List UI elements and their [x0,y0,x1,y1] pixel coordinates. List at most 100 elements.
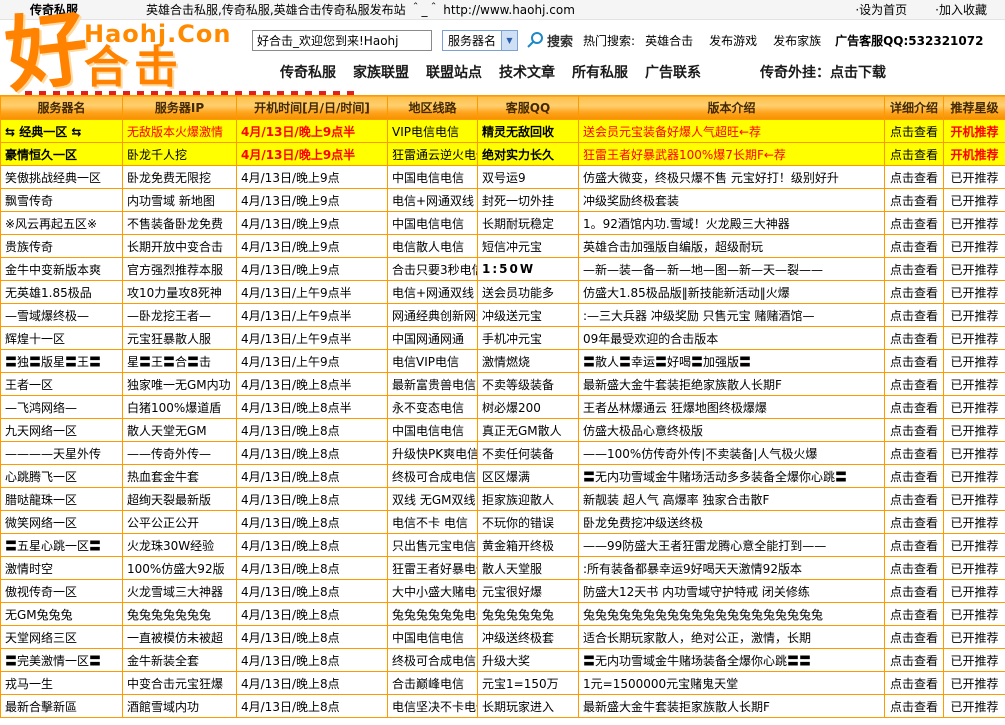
server-name-link[interactable]: 贵族传奇 [1,235,123,258]
detail-link[interactable]: 点击查看 [885,166,944,189]
detail-link[interactable]: 点击查看 [885,327,944,350]
version-desc-link[interactable]: 英雄合击加强版自编版，超级耐玩 [579,235,885,258]
detail-link[interactable]: 点击查看 [885,396,944,419]
nav-link-3[interactable]: 技术文章 [499,62,555,82]
server-name-link[interactable]: 腊哒龍珠一区 [1,488,123,511]
server-name-link[interactable]: 笑傲挑战经典一区 [1,166,123,189]
server-name-link[interactable]: 〓五星心跳一区〓 [1,534,123,557]
version-desc-link[interactable]: 兔兔兔兔兔兔兔兔兔兔兔兔兔兔兔兔兔兔兔兔 [579,603,885,626]
server-name-link[interactable]: 微笑网络一区 [1,511,123,534]
site-header: 好 Haohj.Con 合击 服务器名 ▼ 搜索 热门搜索: 英雄合击发布游戏发… [0,20,1005,88]
plugin-download-link[interactable]: 传奇外挂：点击下载 [760,62,886,82]
version-desc-link[interactable]: 冲级奖励终极套装 [579,189,885,212]
server-name-link[interactable]: ※风云再起五区※ [1,212,123,235]
version-desc-link[interactable]: 新靓装 超人气 高爆率 独家合击散F [579,488,885,511]
version-desc-link[interactable]: 09年最受欢迎的合击版本 [579,327,885,350]
qq-info: 真正无GM散人 [478,419,579,442]
add-favorite-link[interactable]: ·加入收藏 [935,0,987,20]
nav-link-0[interactable]: 传奇私服 [280,62,336,82]
hot-search-link-2[interactable]: 发布家族 [773,32,821,49]
version-desc-link[interactable]: :所有装备都暴幸运9好喝天天激情92版本 [579,557,885,580]
detail-link[interactable]: 点击查看 [885,649,944,672]
nav-link-1[interactable]: 家族联盟 [353,62,409,82]
server-name-link[interactable]: 〓独〓版星〓王〓 [1,350,123,373]
search-input[interactable] [252,30,432,51]
detail-link[interactable]: 点击查看 [885,695,944,718]
server-name-link[interactable]: 天堂网络三区 [1,626,123,649]
detail-link[interactable]: 点击查看 [885,304,944,327]
detail-link[interactable]: 点击查看 [885,350,944,373]
server-name-link[interactable]: 豪情恒久一区 [1,143,123,166]
version-desc-link[interactable]: ——100%仿传奇外传|不卖装备|人气极火爆 [579,442,885,465]
version-desc-link[interactable]: —新—装—备—新—地—图—新—天—裂—— [579,258,885,281]
version-desc-link[interactable]: 仿盛大1.85极品版‖新技能新活动‖火爆 [579,281,885,304]
search-type-select[interactable]: 服务器名 ▼ [442,30,518,51]
version-desc-link[interactable]: ——99防盛大王者狂雷龙腾心意全能打到—— [579,534,885,557]
nav-link-5[interactable]: 广告联系 [645,62,701,82]
server-name-link[interactable]: 最新合擊新區 [1,695,123,718]
version-desc-link[interactable]: 狂雷王者好暴武器100%爆7长期F←荐 [579,143,885,166]
server-name-link[interactable]: —飞鸿网络— [1,396,123,419]
version-desc-link[interactable]: 最新盛大金牛套装拒家族散人长期F [579,695,885,718]
version-desc-link[interactable]: 仿盛大极品心意终极版 [579,419,885,442]
server-name-link[interactable]: 无GM兔兔兔 [1,603,123,626]
detail-link[interactable]: 点击查看 [885,465,944,488]
detail-link[interactable]: 点击查看 [885,189,944,212]
chevron-down-icon[interactable]: ▼ [501,31,517,50]
version-desc-link[interactable]: :—三大兵器 冲级奖励 只售元宝 赌赌酒馆— [579,304,885,327]
hot-search-link-1[interactable]: 发布游戏 [709,32,757,49]
version-desc-link[interactable]: 卧龙免费挖冲级送终极 [579,511,885,534]
detail-link[interactable]: 点击查看 [885,419,944,442]
detail-link[interactable]: 点击查看 [885,626,944,649]
version-desc-link[interactable]: 适合长期玩家散人，绝对公正，激情，长期 [579,626,885,649]
server-name-link[interactable]: 飘雪传奇 [1,189,123,212]
detail-link[interactable]: 点击查看 [885,212,944,235]
version-desc-link[interactable]: 防盛大12天书 内功雪域守护特戒 闭关修练 [579,580,885,603]
server-name-link[interactable]: 辉煌十一区 [1,327,123,350]
detail-link[interactable]: 点击查看 [885,235,944,258]
site-logo[interactable]: 好 Haohj.Con 合击 [6,14,252,92]
version-desc-link[interactable]: 最新盛大金牛套装拒绝家族散人长期F [579,373,885,396]
detail-link[interactable]: 点击查看 [885,442,944,465]
version-desc-link[interactable]: 〓无内功雪域金牛赌场装备全爆你心跳〓〓 [579,649,885,672]
star-level: 已开推荐 [944,580,1005,603]
version-desc-link[interactable]: 王者丛林爆通云 狂爆地图终极爆爆 [579,396,885,419]
detail-link[interactable]: 点击查看 [885,580,944,603]
detail-link[interactable]: 点击查看 [885,534,944,557]
set-home-link[interactable]: ·设为首页 [855,0,907,20]
server-name-link[interactable]: ⇆ 经典一区 ⇆ [1,120,123,143]
version-desc-link[interactable]: 〓无内功雪域金牛赌场活动多多装备全爆你心跳〓 [579,465,885,488]
version-desc-link[interactable]: 〓散人〓幸运〓好喝〓加强版〓 [579,350,885,373]
detail-link[interactable]: 点击查看 [885,120,944,143]
detail-link[interactable]: 点击查看 [885,373,944,396]
detail-link[interactable]: 点击查看 [885,488,944,511]
version-desc-link[interactable]: 送会员元宝装备好爆人气超旺←荐 [579,120,885,143]
server-name-link[interactable]: —雪域爆终极— [1,304,123,327]
version-desc-link[interactable]: 1元=1500000元宝赌鬼天堂 [579,672,885,695]
server-name-link[interactable]: 九天网络一区 [1,419,123,442]
detail-link[interactable]: 点击查看 [885,603,944,626]
server-name-link[interactable]: 激情时空 [1,557,123,580]
detail-link[interactable]: 点击查看 [885,511,944,534]
server-name-link[interactable]: 金牛中变新版本爽 [1,258,123,281]
open-time: 4月/13日/上午9点半 [237,281,388,304]
server-name-link[interactable]: 王者一区 [1,373,123,396]
version-desc-link[interactable]: 1。92酒馆内功.雪域！火龙殿三大神器 [579,212,885,235]
search-button[interactable]: 搜索 [547,31,573,50]
detail-link[interactable]: 点击查看 [885,281,944,304]
detail-link[interactable]: 点击查看 [885,672,944,695]
server-name-link[interactable]: 无英雄1.85极品 [1,281,123,304]
version-desc-link[interactable]: 仿盛大微变，终极只爆不售 元宝好打！级别好升 [579,166,885,189]
server-name-link[interactable]: 傲视传奇一区 [1,580,123,603]
search-icon[interactable] [526,31,545,50]
hot-search-link-0[interactable]: 英雄合击 [645,32,693,49]
server-name-link[interactable]: 戎马一生 [1,672,123,695]
detail-link[interactable]: 点击查看 [885,143,944,166]
server-name-link[interactable]: 〓完美激情一区〓 [1,649,123,672]
nav-link-2[interactable]: 联盟站点 [426,62,482,82]
server-name-link[interactable]: 心跳腾飞一区 [1,465,123,488]
server-name-link[interactable]: ————天星外传 [1,442,123,465]
nav-link-4[interactable]: 所有私服 [572,62,628,82]
detail-link[interactable]: 点击查看 [885,258,944,281]
detail-link[interactable]: 点击查看 [885,557,944,580]
